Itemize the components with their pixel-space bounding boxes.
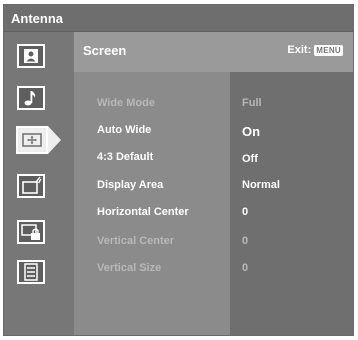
setting-label-4-3-default[interactable]: 4:3 Default [97,151,153,163]
setup-icon[interactable] [17,260,45,284]
settings-values-column: Full On Off Normal 0 0 0 [230,72,353,335]
setting-value-vertical-center: 0 [242,235,249,247]
exit-hint: Exit: MENU [287,44,343,56]
selection-pointer [48,126,61,154]
screen-icon[interactable] [16,126,48,154]
setting-value-wide-mode: Full [242,97,262,109]
setting-label-display-area[interactable]: Display Area [97,179,163,191]
top-bar: Antenna [4,5,353,32]
setting-label-vertical-size: Vertical Size [97,262,162,274]
panel-title: Screen [83,43,127,58]
setting-label-wide-mode: Wide Mode [97,97,155,109]
exit-label: Exit: [287,44,312,56]
input-title: Antenna [11,11,63,26]
sound-icon[interactable] [17,86,45,110]
menu-key-badge: MENU [314,44,343,56]
setting-value-auto-wide[interactable]: On [242,124,260,139]
picture-icon[interactable] [17,44,45,68]
setting-value-4-3-default[interactable]: Off [242,153,258,165]
screen-settings-panel: Screen Exit: MENU Wide Mode Auto Wide 4:… [74,32,353,335]
setting-value-vertical-size: 0 [242,262,249,274]
setting-label-vertical-center: Vertical Center [97,235,175,247]
setting-label-horizontal-center[interactable]: Horizontal Center [97,206,189,218]
setting-label-auto-wide[interactable]: Auto Wide [97,124,151,136]
panel-header: Screen Exit: MENU [74,32,353,72]
tv-menu: Antenna Screen Exit: MENU Wide Mode Auto… [3,4,354,336]
settings-labels-column: Wide Mode Auto Wide 4:3 Default Display … [74,72,230,335]
setting-value-display-area[interactable]: Normal [242,179,280,191]
setting-value-horizontal-center[interactable]: 0 [242,206,248,218]
parental-lock-icon[interactable] [17,220,45,244]
channel-icon[interactable] [17,174,45,198]
category-sidebar [4,32,74,335]
